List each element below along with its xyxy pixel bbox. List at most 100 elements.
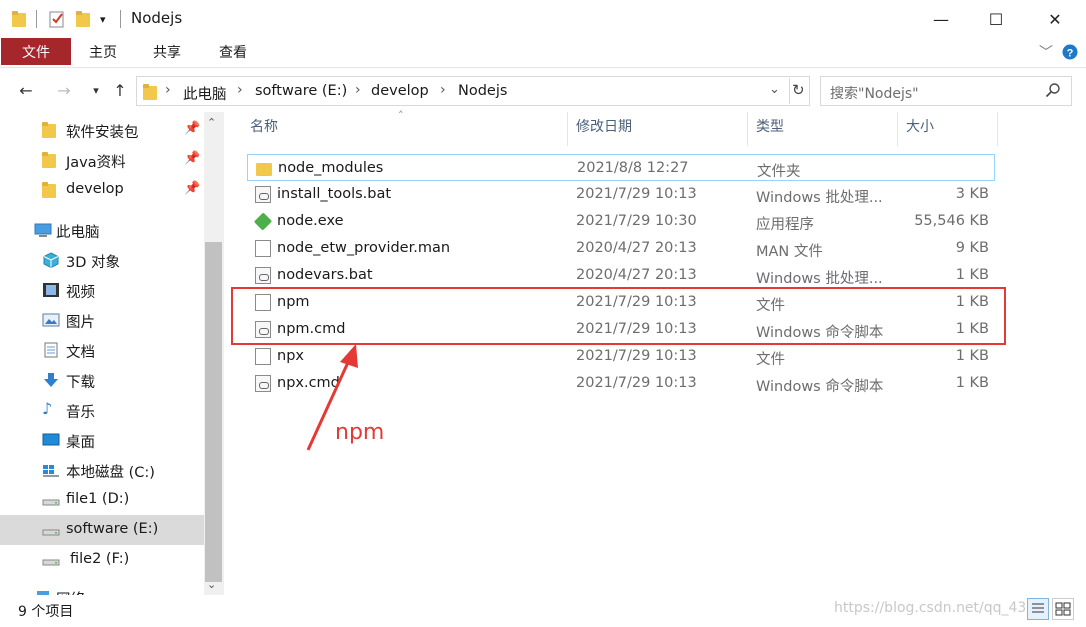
file-size: 9 KB <box>955 240 989 256</box>
quick-access-item[interactable]: 软件安装包 📌 <box>0 115 204 145</box>
column-header-size[interactable]: 大小 <box>906 116 996 146</box>
scroll-up-icon[interactable]: ⌃ <box>207 116 216 129</box>
file-name: node.exe <box>277 213 344 229</box>
tab-home[interactable]: 主页 <box>82 38 124 66</box>
customize-toolbar-icon[interactable]: ▾ <box>100 9 106 29</box>
item-count: 9 个项目 <box>18 604 74 620</box>
breadcrumb-separator[interactable]: › <box>355 82 361 98</box>
nav-item-this-pc[interactable]: 此电脑 <box>0 215 204 245</box>
new-folder-icon[interactable] <box>76 9 90 29</box>
recent-locations-button[interactable]: ▾ <box>86 78 106 102</box>
nav-item-drive-c[interactable]: 本地磁盘 (C:) <box>0 455 204 485</box>
up-button[interactable]: ↑ <box>110 78 130 102</box>
column-divider[interactable] <box>897 112 898 146</box>
ribbon-expand-icon[interactable]: ﹀ <box>1036 38 1056 66</box>
breadcrumb-separator[interactable]: › <box>237 82 243 98</box>
nav-item-videos[interactable]: 视频 <box>0 275 204 305</box>
nav-item-3d-objects[interactable]: 3D 对象 <box>0 245 204 275</box>
file-icon <box>255 348 271 365</box>
title-bar: ▾ Nodejs — ☐ ✕ <box>0 0 1086 38</box>
nav-item-drive-f[interactable]: file2 (F:) <box>0 545 204 575</box>
minimize-button[interactable]: — <box>918 0 964 38</box>
breadcrumb-separator[interactable]: › <box>440 82 446 98</box>
file-type: Windows 批处理... <box>756 190 883 206</box>
video-icon <box>42 282 60 298</box>
forward-button[interactable]: → <box>54 78 74 102</box>
column-divider[interactable] <box>997 112 998 146</box>
search-placeholder: 搜索"Nodejs" <box>830 86 919 102</box>
scroll-down-icon[interactable]: ⌄ <box>207 578 216 591</box>
breadcrumb-separator[interactable]: › <box>165 82 171 98</box>
tab-view[interactable]: 查看 <box>212 38 254 66</box>
column-header-date[interactable]: 修改日期 <box>576 116 746 146</box>
drive-icon <box>42 552 60 568</box>
desktop-icon <box>42 432 60 448</box>
tab-share[interactable]: 共享 <box>146 38 188 66</box>
help-icon[interactable]: ? <box>1060 38 1080 66</box>
file-row[interactable]: node_etw_provider.man 2020/4/27 20:13 MA… <box>247 235 995 262</box>
quick-access-item[interactable]: develop 📌 <box>0 175 204 205</box>
refresh-icon[interactable]: ↻ <box>792 81 805 99</box>
column-divider[interactable] <box>567 112 568 146</box>
search-icon[interactable] <box>1045 82 1061 102</box>
nav-item-pictures[interactable]: 图片 <box>0 305 204 335</box>
nav-item-label: develop <box>66 181 124 197</box>
file-type: Windows 批处理... <box>756 271 883 287</box>
column-header-type[interactable]: 类型 <box>756 116 896 146</box>
windows-drive-icon <box>42 462 60 478</box>
tab-file[interactable]: 文件 <box>1 38 71 65</box>
address-bar[interactable]: › 此电脑 › software (E:) › develop › Nodejs… <box>136 76 810 106</box>
folder-icon <box>42 122 60 138</box>
nav-item-drive-e[interactable]: software (E:) <box>0 515 204 545</box>
ribbon-tabs: 文件 主页 共享 查看 ﹀ ? <box>0 38 1086 68</box>
nav-item-label: 网络 <box>56 588 85 595</box>
nav-item-label: 本地磁盘 (C:) <box>66 465 155 481</box>
nav-item-drive-d[interactable]: file1 (D:) <box>0 485 204 515</box>
properties-icon[interactable] <box>49 9 65 29</box>
breadcrumb-this-pc[interactable]: 此电脑 <box>183 83 227 104</box>
file-date: 2020/4/27 20:13 <box>576 240 697 256</box>
nav-item-desktop[interactable]: 桌面 <box>0 425 204 455</box>
music-icon: ♪ <box>42 399 53 418</box>
divider <box>36 10 37 28</box>
details-view-button[interactable] <box>1027 598 1049 620</box>
file-row[interactable]: node.exe 2021/7/29 10:30 应用程序 55,546 KB <box>247 208 995 235</box>
folder-icon <box>42 182 60 198</box>
nav-item-music[interactable]: ♪ 音乐 <box>0 395 204 425</box>
file-name: nodevars.bat <box>277 267 373 283</box>
nav-item-documents[interactable]: 文档 <box>0 335 204 365</box>
nav-item-label: 音乐 <box>66 405 95 421</box>
scrollbar-thumb[interactable] <box>205 242 222 582</box>
file-row[interactable]: nodevars.bat 2020/4/27 20:13 Windows 批处理… <box>247 262 995 289</box>
window-title: Nodejs <box>131 9 183 27</box>
network-icon <box>34 589 52 595</box>
large-icons-view-button[interactable] <box>1052 598 1074 620</box>
file-row[interactable]: node_modules 2021/8/8 12:27 文件夹 <box>247 154 995 181</box>
maximize-button[interactable]: ☐ <box>973 0 1019 38</box>
file-type: 文件夹 <box>757 164 801 180</box>
chevron-down-icon[interactable]: ⌄ <box>769 82 780 97</box>
file-size: 1 KB <box>955 375 989 391</box>
file-date: 2020/4/27 20:13 <box>576 267 697 283</box>
nav-item-label: file1 (D:) <box>66 491 130 507</box>
search-input[interactable]: 搜索"Nodejs" <box>820 76 1072 106</box>
file-name: node_etw_provider.man <box>277 240 451 256</box>
navigation-pane: 软件安装包 📌 Java资料 📌 develop 📌 此电脑 3D 对象 视频 … <box>0 112 224 595</box>
breadcrumb-develop[interactable]: develop <box>371 83 429 99</box>
batch-file-icon <box>255 186 271 203</box>
back-button[interactable]: ← <box>16 78 36 102</box>
nav-item-network[interactable]: 网络 <box>0 582 204 595</box>
watermark: https://blog.csdn.net/qq_43 <box>834 600 1027 616</box>
close-button[interactable]: ✕ <box>1032 0 1078 38</box>
quick-access-item[interactable]: Java资料 📌 <box>0 145 204 175</box>
breadcrumb-nodejs[interactable]: Nodejs <box>458 83 507 99</box>
file-size: 55,546 KB <box>914 213 989 229</box>
file-type: 应用程序 <box>756 217 814 233</box>
file-row[interactable]: install_tools.bat 2021/7/29 10:13 Window… <box>247 181 995 208</box>
column-header-name[interactable]: 名称 <box>250 116 566 146</box>
column-divider[interactable] <box>747 112 748 146</box>
drive-icon <box>42 492 60 508</box>
file-name: install_tools.bat <box>277 186 392 202</box>
breadcrumb-drive[interactable]: software (E:) <box>255 83 347 99</box>
nav-item-downloads[interactable]: 下载 <box>0 365 204 395</box>
